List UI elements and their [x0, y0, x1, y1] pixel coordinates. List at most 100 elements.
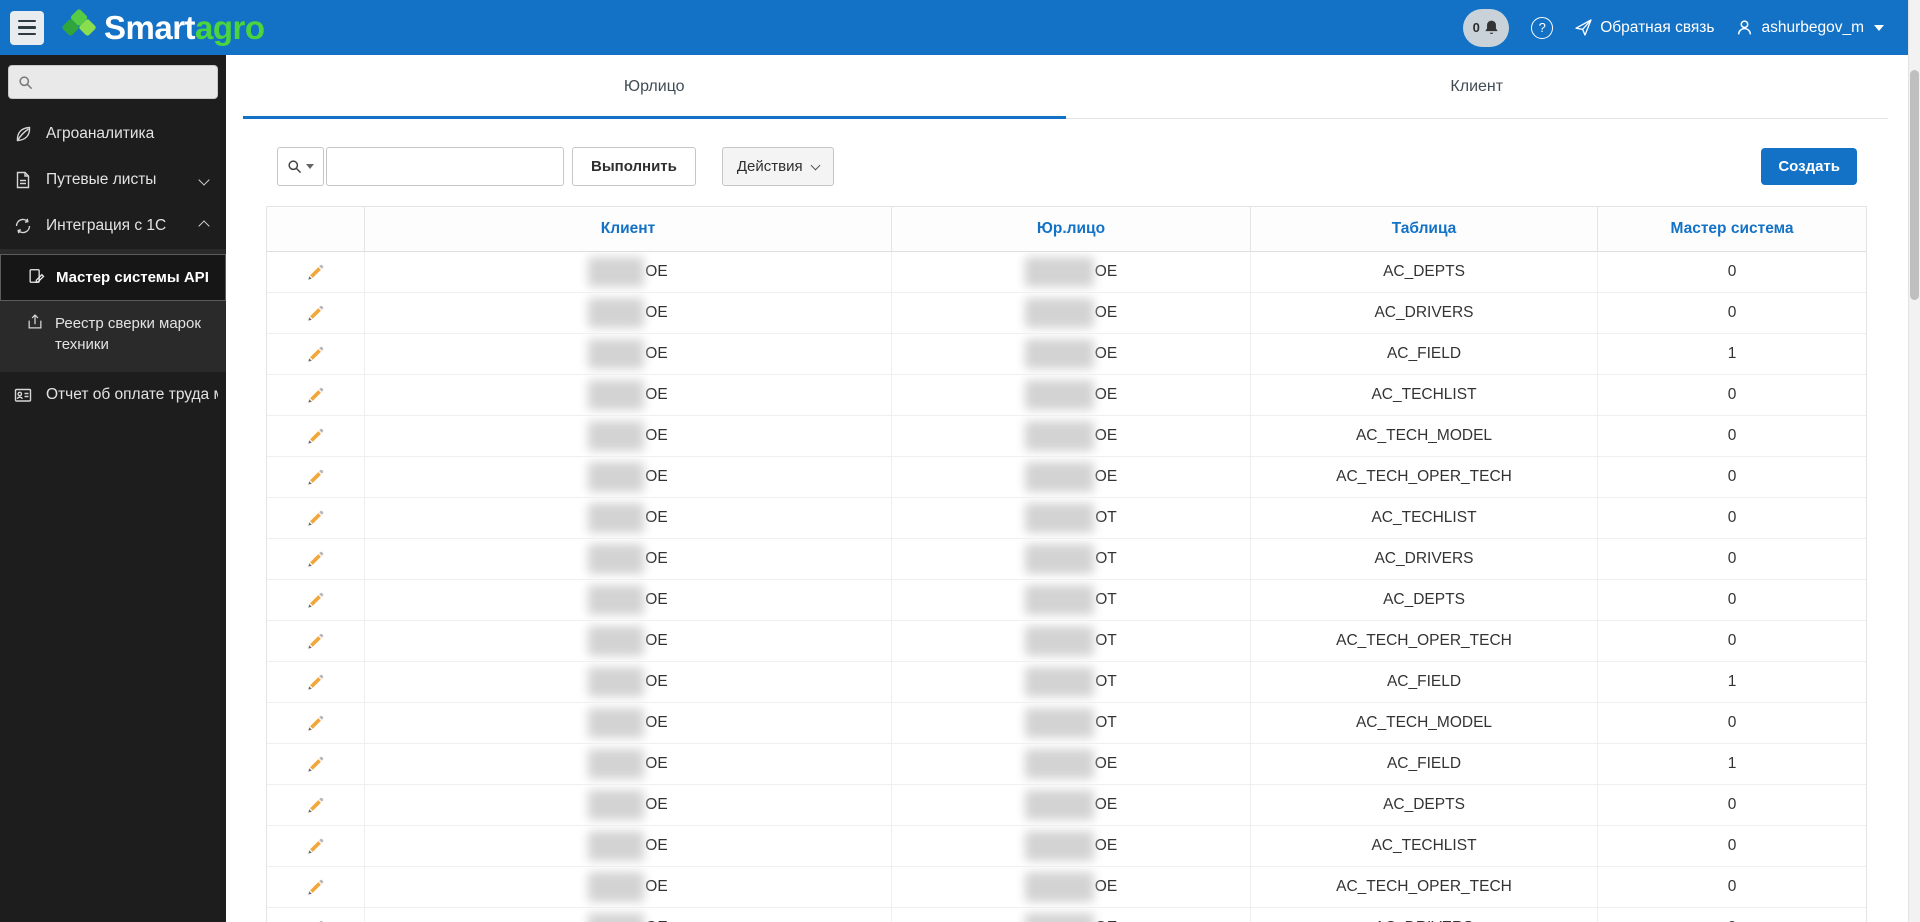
edit-row-button[interactable] [302, 833, 329, 860]
column-header-client[interactable]: Клиент [365, 207, 892, 252]
redacted-entity-text [1024, 831, 1094, 861]
table-row: ОЕ ОЕ AC_TECHLIST 0 [267, 826, 1866, 867]
topbar: Smartagro 0 ? Обратная связь ashurbegov_… [0, 0, 1908, 55]
pencil-icon [308, 428, 324, 444]
edit-row-button[interactable] [302, 464, 329, 491]
edit-row-button[interactable] [302, 259, 329, 286]
edit-row-button[interactable] [302, 915, 329, 922]
table-name-text: AC_TECH_MODEL [1355, 427, 1493, 444]
client-visible-text: ОЕ [645, 386, 668, 403]
tab-client[interactable]: Клиент [1066, 55, 1889, 118]
id-card-icon [14, 389, 32, 403]
edit-row-button[interactable] [302, 710, 329, 737]
edit-row-button[interactable] [302, 341, 329, 368]
table-name-text: AC_TECH_MODEL [1355, 714, 1493, 731]
actions-menu-button[interactable]: Действия [721, 147, 834, 186]
edit-row-button[interactable] [302, 423, 329, 450]
sidebar-item-mark-registry[interactable]: Реестр сверки марок техники [0, 301, 226, 367]
entity-visible-text: ОТ [1095, 550, 1117, 567]
feedback-link[interactable]: Обратная связь [1575, 19, 1714, 37]
table-row: ОЕ ОЕ AC_DRIVERS 0 [267, 908, 1866, 922]
vertical-scrollbar[interactable] [1908, 0, 1920, 922]
notifications-button[interactable]: 0 [1463, 8, 1510, 47]
edit-column-header [267, 207, 365, 252]
sidebar-search-box[interactable] [8, 65, 218, 99]
redacted-entity-text [1025, 544, 1095, 574]
sidebar-item-agroanalytics[interactable]: Агроаналитика [0, 111, 226, 157]
create-button[interactable]: Создать [1761, 148, 1857, 185]
master-system-cell: 0 [1598, 867, 1866, 908]
sidebar-item-waybills[interactable]: Путевые листы [0, 157, 226, 203]
execute-button[interactable]: Выполнить [572, 147, 696, 186]
chevron-up-icon [198, 220, 210, 233]
sidebar-search-input[interactable] [40, 74, 208, 90]
client-cell: ОЕ [365, 744, 892, 785]
entity-visible-text: ОЕ [1094, 304, 1118, 321]
edit-row-button[interactable] [302, 628, 329, 655]
client-visible-text: ОЕ [645, 591, 668, 608]
edit-cell [267, 826, 365, 867]
pencil-icon [308, 551, 324, 567]
client-visible-text: ОЕ [645, 468, 668, 485]
table-name-text: AC_TECH_OPER_TECH [1336, 468, 1512, 485]
help-icon[interactable]: ? [1531, 16, 1554, 39]
column-header-legal-entity[interactable]: Юр.лицо [892, 207, 1251, 252]
client-visible-text: ОЕ [645, 550, 668, 567]
tab-label: Клиент [1450, 77, 1504, 95]
column-header-master-system[interactable]: Мастер система [1598, 207, 1866, 252]
edit-row-button[interactable] [302, 505, 329, 532]
edit-row-button[interactable] [302, 587, 329, 614]
edit-row-button[interactable] [302, 792, 329, 819]
scrollbar-thumb[interactable] [1910, 70, 1919, 300]
table-row: ОЕ ОТ AC_FIELD 1 [267, 662, 1866, 703]
export-icon [28, 314, 42, 329]
edit-row-button[interactable] [302, 751, 329, 778]
master-system-cell: 0 [1598, 539, 1866, 580]
client-visible-text: ОЕ [645, 345, 668, 362]
edit-row-button[interactable] [302, 546, 329, 573]
legal-entity-cell: ОТ [892, 498, 1251, 539]
edit-cell [267, 498, 365, 539]
master-system-cell: 0 [1598, 498, 1866, 539]
edit-cell [267, 375, 365, 416]
legal-entity-cell: ОЕ [892, 457, 1251, 498]
table-row: ОЕ ОЕ AC_FIELD 1 [267, 334, 1866, 375]
redacted-entity-text [1025, 626, 1095, 656]
entity-visible-text: ОЕ [1094, 263, 1118, 280]
edit-row-button[interactable] [302, 874, 329, 901]
report-search-input[interactable] [326, 147, 564, 186]
redacted-client-text [588, 749, 645, 779]
master-system-cell: 1 [1598, 334, 1866, 375]
client-cell: ОЕ [365, 293, 892, 334]
sidebar-item-salary-report[interactable]: Отчет об оплате труда м [0, 372, 226, 418]
edit-row-button[interactable] [302, 300, 329, 327]
table-row: ОЕ ОТ AC_TECH_OPER_TECH 0 [267, 621, 1866, 662]
sidebar-item-master-system-api[interactable]: Мастер системы API [0, 254, 226, 302]
table-name-text: AC_TECH_OPER_TECH [1336, 878, 1512, 895]
master-system-cell: 0 [1598, 621, 1866, 662]
topbar-right: 0 ? Обратная связь ashurbegov_m [1463, 8, 1884, 47]
tab-legal-entity[interactable]: Юрлицо [243, 55, 1066, 119]
app-window: Smartagro 0 ? Обратная связь ashurbegov_… [0, 0, 1920, 922]
legal-entity-cell: ОТ [892, 539, 1251, 580]
table-name-cell: AC_DRIVERS [1251, 908, 1598, 922]
edit-row-button[interactable] [302, 669, 329, 696]
search-column-selector[interactable] [277, 147, 324, 186]
edit-cell [267, 908, 365, 922]
legal-entity-cell: ОТ [892, 580, 1251, 621]
master-system-cell: 0 [1598, 252, 1866, 293]
brand-smart: Smart [104, 9, 196, 46]
sidebar-item-integration-1c[interactable]: Интеграция с 1С [0, 203, 226, 249]
table-row: ОЕ ОТ AC_TECHLIST 0 [267, 498, 1866, 539]
master-system-value: 0 [1727, 304, 1737, 321]
table-name-cell: AC_TECH_OPER_TECH [1251, 621, 1598, 662]
redacted-entity-text [1024, 872, 1094, 902]
edit-cell [267, 744, 365, 785]
legal-entity-cell: ОЕ [892, 744, 1251, 785]
master-system-value: 1 [1727, 345, 1737, 362]
user-menu[interactable]: ashurbegov_m [1736, 19, 1884, 37]
column-header-table[interactable]: Таблица [1251, 207, 1598, 252]
edit-row-button[interactable] [302, 382, 329, 409]
hamburger-menu-button[interactable] [10, 10, 44, 45]
table-name-text: AC_TECHLIST [1371, 386, 1477, 403]
